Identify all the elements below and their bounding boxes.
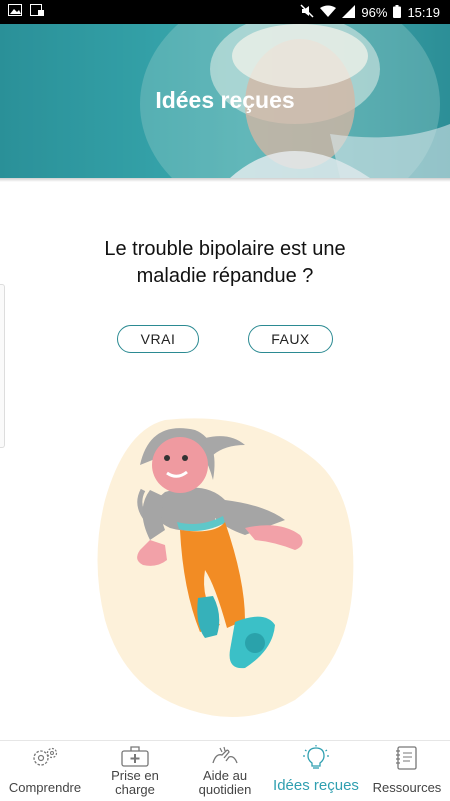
screenshot-icon	[30, 4, 44, 19]
tab-label-comprendre: Comprendre	[8, 780, 82, 795]
tab-aide-au-quotidien[interactable]: Aide au quotidien	[180, 741, 270, 801]
false-answer-button[interactable]: FAUX	[248, 325, 333, 353]
wifi-icon	[320, 5, 337, 21]
tab-comprendre[interactable]: Comprendre	[0, 741, 90, 801]
tab-label-prise-en-charge-2: charge	[115, 782, 155, 797]
tab-prise-en-charge[interactable]: Prise en charge	[90, 741, 180, 801]
tab-label-aide-au-quotidien-2: quotidien	[198, 782, 252, 797]
hero-divider	[0, 178, 450, 182]
hero-banner: Idées reçues	[0, 24, 450, 178]
medical-kit-icon	[121, 746, 149, 767]
page-title: Idées reçues	[155, 87, 295, 113]
clock: 15:19	[407, 5, 440, 20]
notebook-icon	[396, 746, 417, 770]
lightbulb-icon	[303, 745, 329, 769]
quiz-question: Le trouble bipolaire est une maladie rép…	[30, 236, 420, 290]
helping-hands-icon	[212, 746, 238, 764]
battery-percent: 96%	[361, 5, 388, 20]
tab-label-ressources: Ressources	[372, 780, 442, 795]
character-illustration	[97, 418, 354, 718]
status-bar: 96% 15:19	[0, 0, 450, 24]
question-line-1: Le trouble bipolaire est une	[104, 238, 346, 260]
gears-icon	[33, 747, 58, 766]
tab-label-idees-recues: Idées reçues	[273, 777, 359, 794]
gallery-icon	[8, 4, 22, 19]
tab-idees-recues[interactable]: Idées reçues	[268, 741, 364, 801]
battery-icon	[393, 4, 402, 21]
true-answer-button[interactable]: VRAI	[117, 325, 199, 353]
side-drawer-handle[interactable]	[0, 284, 5, 448]
tab-ressources[interactable]: Ressources	[364, 741, 450, 801]
signal-icon	[342, 4, 356, 21]
tab-label-aide-au-quotidien-1: Aide au	[202, 768, 248, 783]
question-line-2: maladie répandue ?	[136, 265, 314, 287]
tab-label-prise-en-charge-1: Prise en	[111, 768, 159, 783]
bottom-tab-bar: Comprendre Prise en charge Aide au quoti…	[0, 740, 450, 801]
mute-icon	[300, 4, 314, 21]
